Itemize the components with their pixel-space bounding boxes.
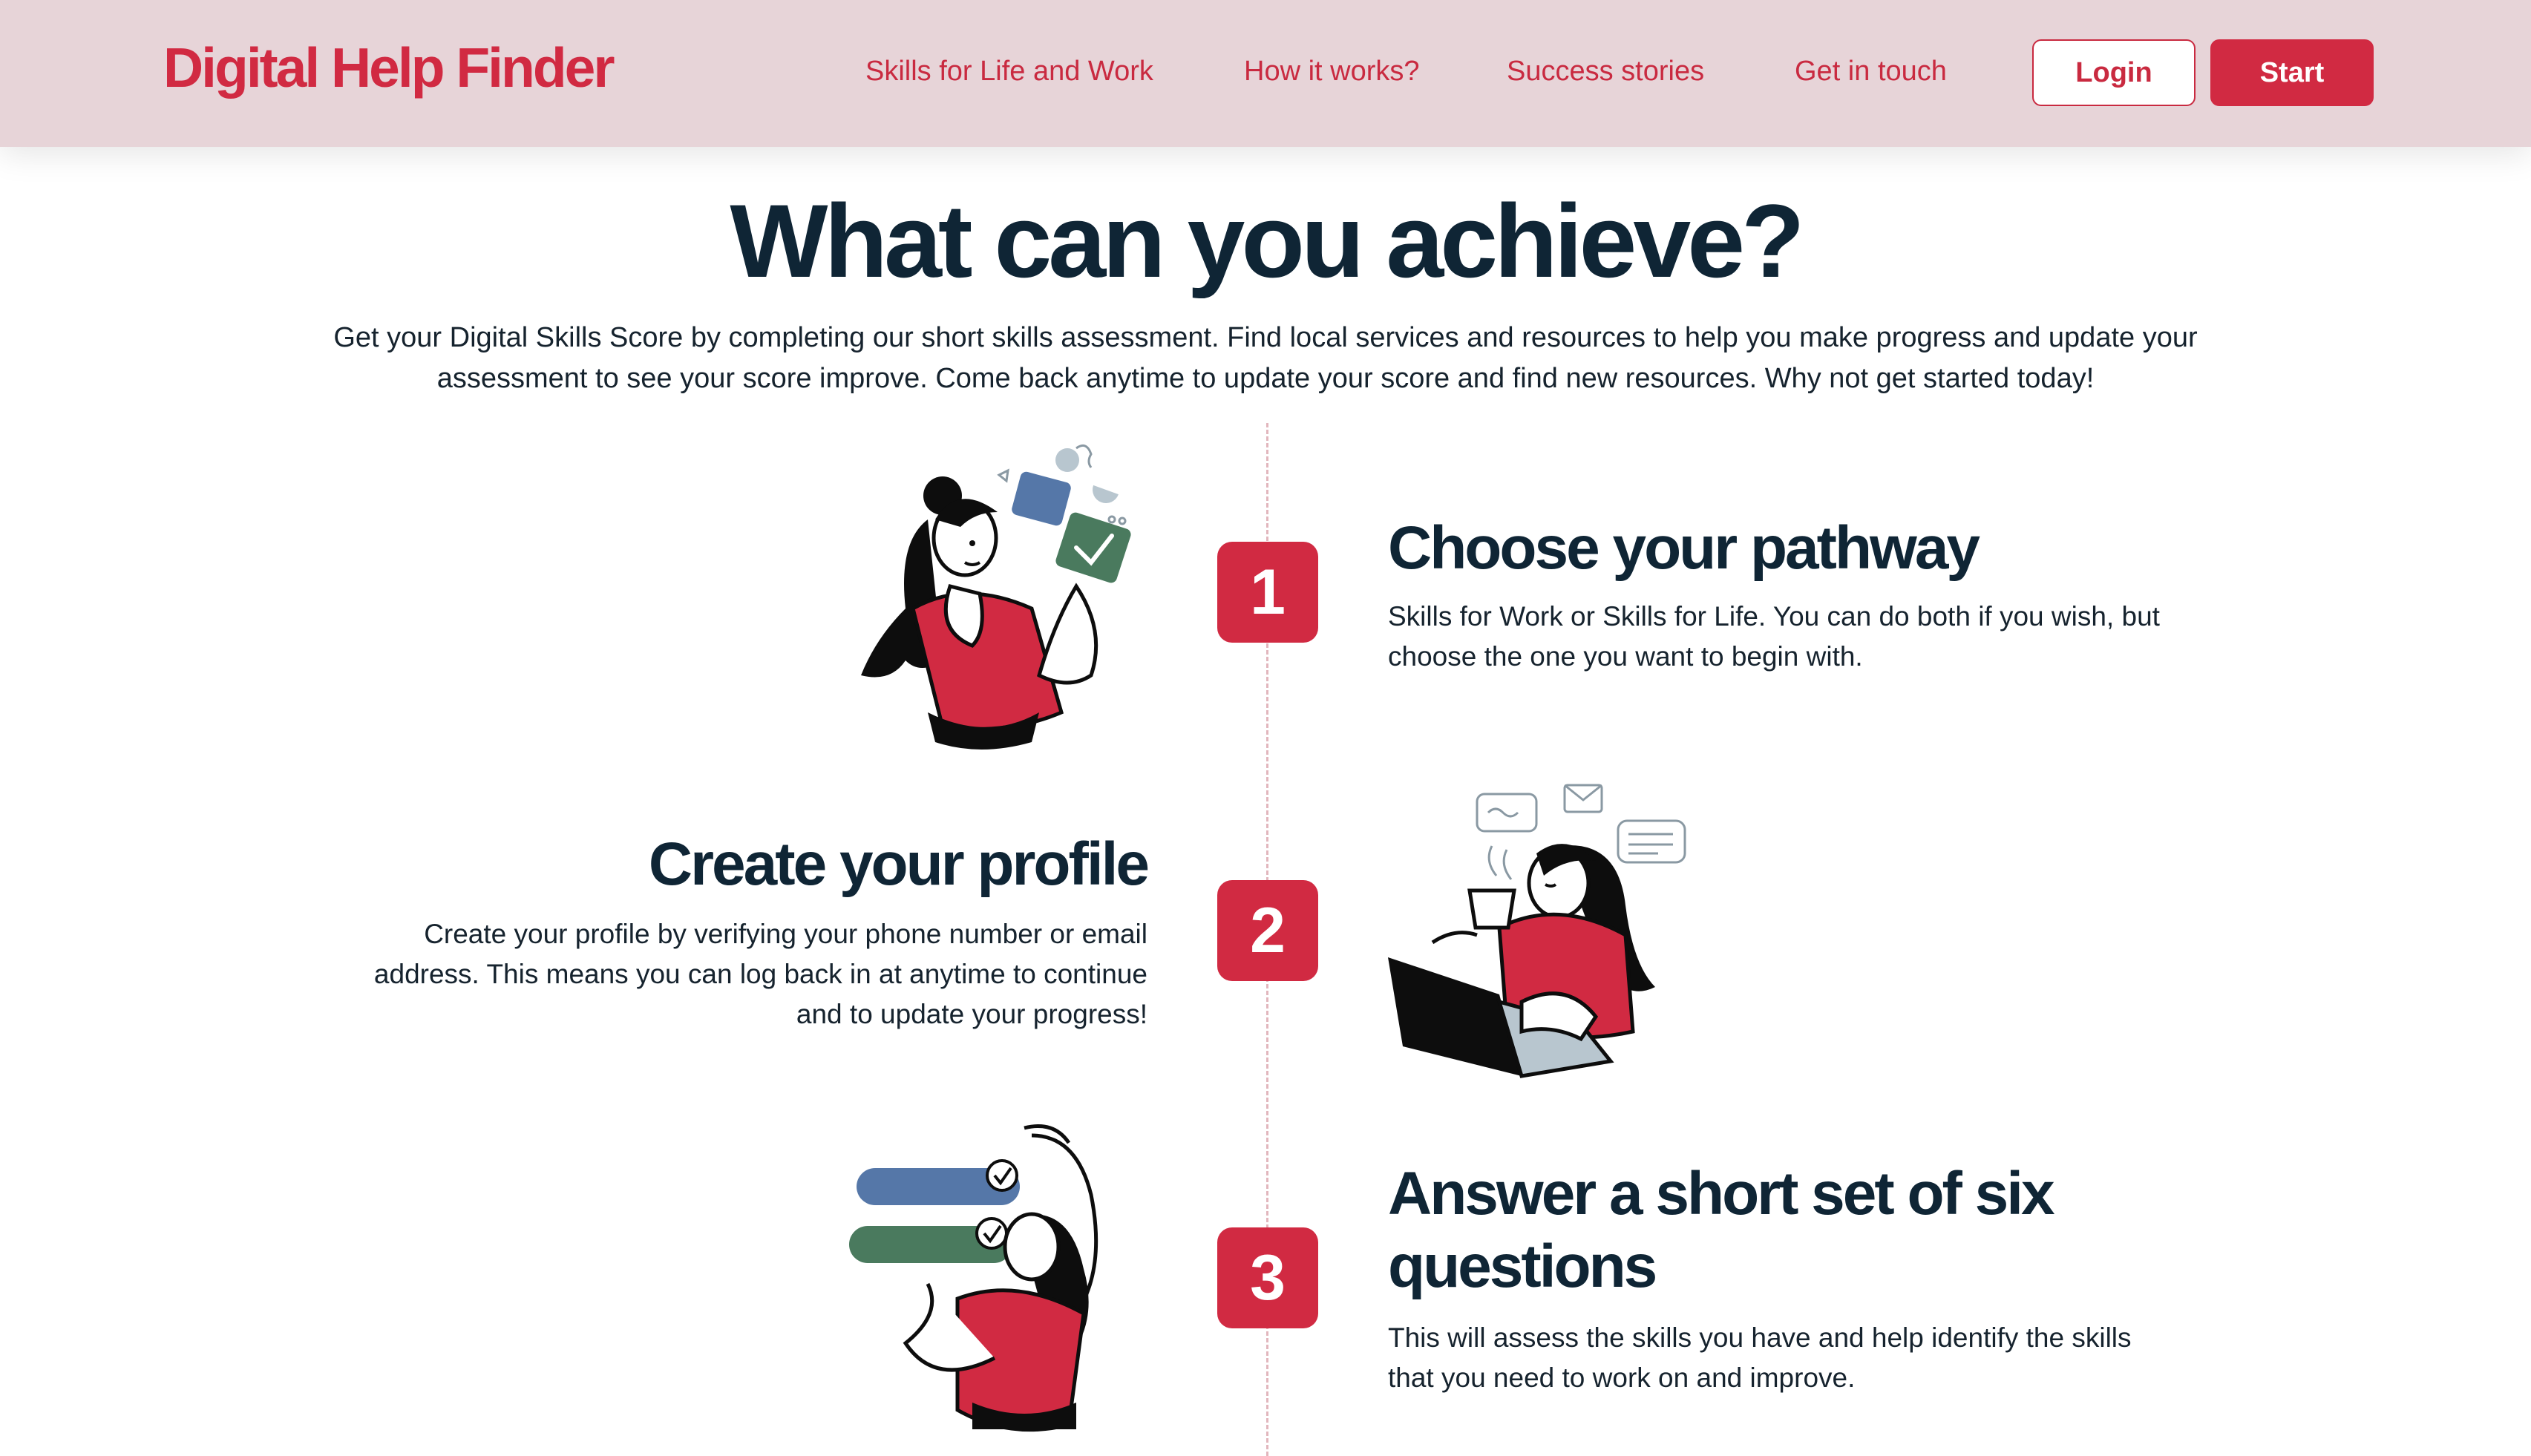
site-header: Digital Help Finder Skills for Life and … — [0, 0, 2531, 147]
step-2-description: Create your profile by verifying your ph… — [373, 919, 1147, 1029]
nav-get-in-touch[interactable]: Get in touch — [1795, 52, 1947, 91]
step-1-description: Skills for Work or Skills for Life. You … — [1388, 601, 2160, 672]
page-title: What can you achieve? — [730, 183, 1804, 299]
nav-skills-for-life-and-work[interactable]: Skills for Life and Work — [865, 52, 1153, 91]
login-button[interactable]: Login — [2032, 39, 2196, 106]
site-logo[interactable]: Digital Help Finder — [163, 34, 615, 101]
step-2-title: Create your profile — [648, 830, 1150, 898]
woman-laptop-coffee-illustration — [1381, 779, 1692, 1091]
step-1-badge: 1 — [1217, 542, 1318, 643]
nav-success-stories[interactable]: Success stories — [1507, 52, 1704, 91]
step-3-badge: 3 — [1217, 1227, 1318, 1328]
woman-checklist-illustration — [846, 1121, 1158, 1432]
start-button[interactable]: Start — [2210, 39, 2374, 106]
step-2-badge: 2 — [1217, 880, 1318, 981]
woman-thinking-illustration — [854, 438, 1165, 750]
step-3-title: Answer a short set of six questions — [1388, 1160, 2055, 1300]
intro-description: Get your Digital Skills Score by complet… — [333, 322, 2198, 394]
step-3-description: This will assess the skills you have and… — [1388, 1322, 2132, 1393]
nav-how-it-works[interactable]: How it works? — [1244, 52, 1420, 91]
step-1-title: Choose your pathway — [1388, 514, 1980, 582]
